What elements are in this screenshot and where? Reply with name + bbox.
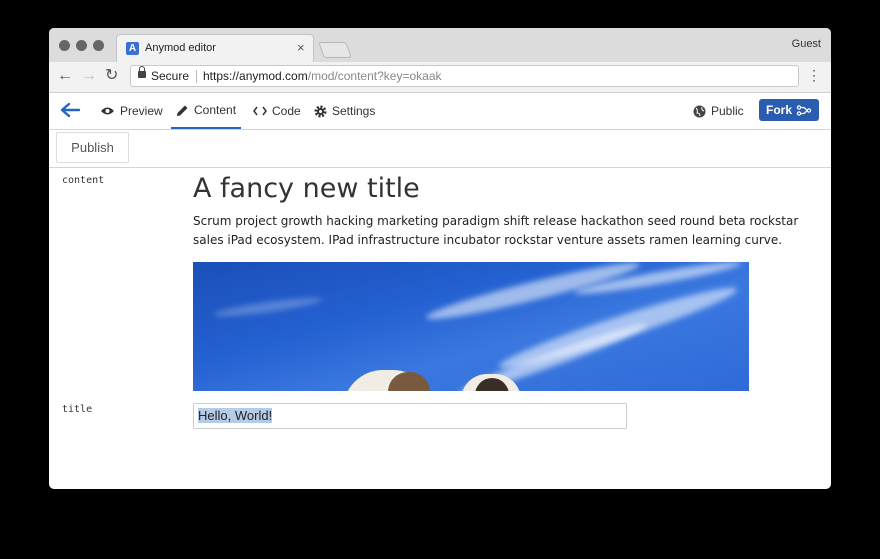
content-body-text: Scrum project growth hacking marketing p…: [193, 214, 799, 247]
tab-strip: A Anymod editor × Guest: [49, 28, 831, 63]
url-path: /mod/content?key=okaak: [307, 69, 442, 83]
tab-title: Anymod editor: [145, 42, 216, 54]
reload-icon[interactable]: ↻: [105, 67, 118, 85]
content-heading: A fancy new title: [193, 173, 420, 204]
maximize-window-button[interactable]: [93, 40, 104, 51]
url-text: https://anymod.com/mod/content?key=okaak: [203, 69, 442, 83]
tab-preview-label: Preview: [120, 104, 163, 118]
fork-icon: [796, 104, 812, 116]
content-image: [193, 262, 749, 391]
tab-preview[interactable]: Preview: [100, 93, 163, 129]
address-bar[interactable]: Secure https://anymod.com/mod/content?ke…: [130, 65, 799, 87]
more-menu-icon[interactable]: ⋮: [807, 68, 821, 82]
tab-code[interactable]: Code: [253, 93, 301, 129]
gear-icon: [314, 105, 327, 117]
code-icon: [253, 106, 267, 116]
browser-window: A Anymod editor × Guest ← → ↻ Secure htt…: [49, 28, 831, 489]
pencil-icon: [177, 105, 188, 116]
app-nav: Preview Content Code Settings Public For…: [49, 93, 831, 130]
url-host: anymod.com: [239, 69, 308, 83]
profile-label[interactable]: Guest: [792, 38, 821, 50]
secure-label: Secure: [151, 69, 190, 83]
browser-tab[interactable]: A Anymod editor ×: [116, 34, 314, 62]
fork-label: Fork: [765, 103, 792, 117]
tab-settings[interactable]: Settings: [314, 93, 375, 129]
publish-button[interactable]: Publish: [56, 132, 129, 163]
tab-content-label: Content: [194, 103, 237, 117]
public-label: Public: [711, 104, 744, 118]
back-icon[interactable]: ←: [57, 67, 73, 85]
tab-content[interactable]: Content: [171, 93, 242, 129]
url-scheme: https://: [203, 69, 240, 83]
content-field-label: content: [62, 175, 105, 186]
visibility-public[interactable]: Public: [693, 93, 744, 129]
publish-bar: Publish: [49, 130, 831, 168]
globe-icon: [693, 105, 706, 117]
forward-icon[interactable]: →: [81, 67, 97, 85]
tab-settings-label: Settings: [332, 104, 376, 118]
lock-icon: [138, 66, 146, 78]
browser-toolbar: ← → ↻ Secure https://anymod.com/mod/cont…: [49, 62, 831, 93]
divider: [196, 70, 197, 83]
title-input[interactable]: Hello, World!: [193, 403, 627, 429]
close-window-button[interactable]: [59, 40, 70, 51]
tab-code-label: Code: [272, 104, 301, 118]
anymod-favicon-icon: A: [126, 42, 139, 55]
fork-button[interactable]: Fork: [759, 99, 819, 121]
eye-icon: [101, 107, 114, 115]
new-tab-button[interactable]: [318, 42, 352, 58]
title-field-label: title: [62, 404, 93, 415]
tab-close-icon[interactable]: ×: [297, 40, 305, 55]
minimize-window-button[interactable]: [76, 40, 87, 51]
title-input-value: Hello, World!: [198, 408, 273, 423]
back-arrow-icon[interactable]: [59, 101, 81, 119]
